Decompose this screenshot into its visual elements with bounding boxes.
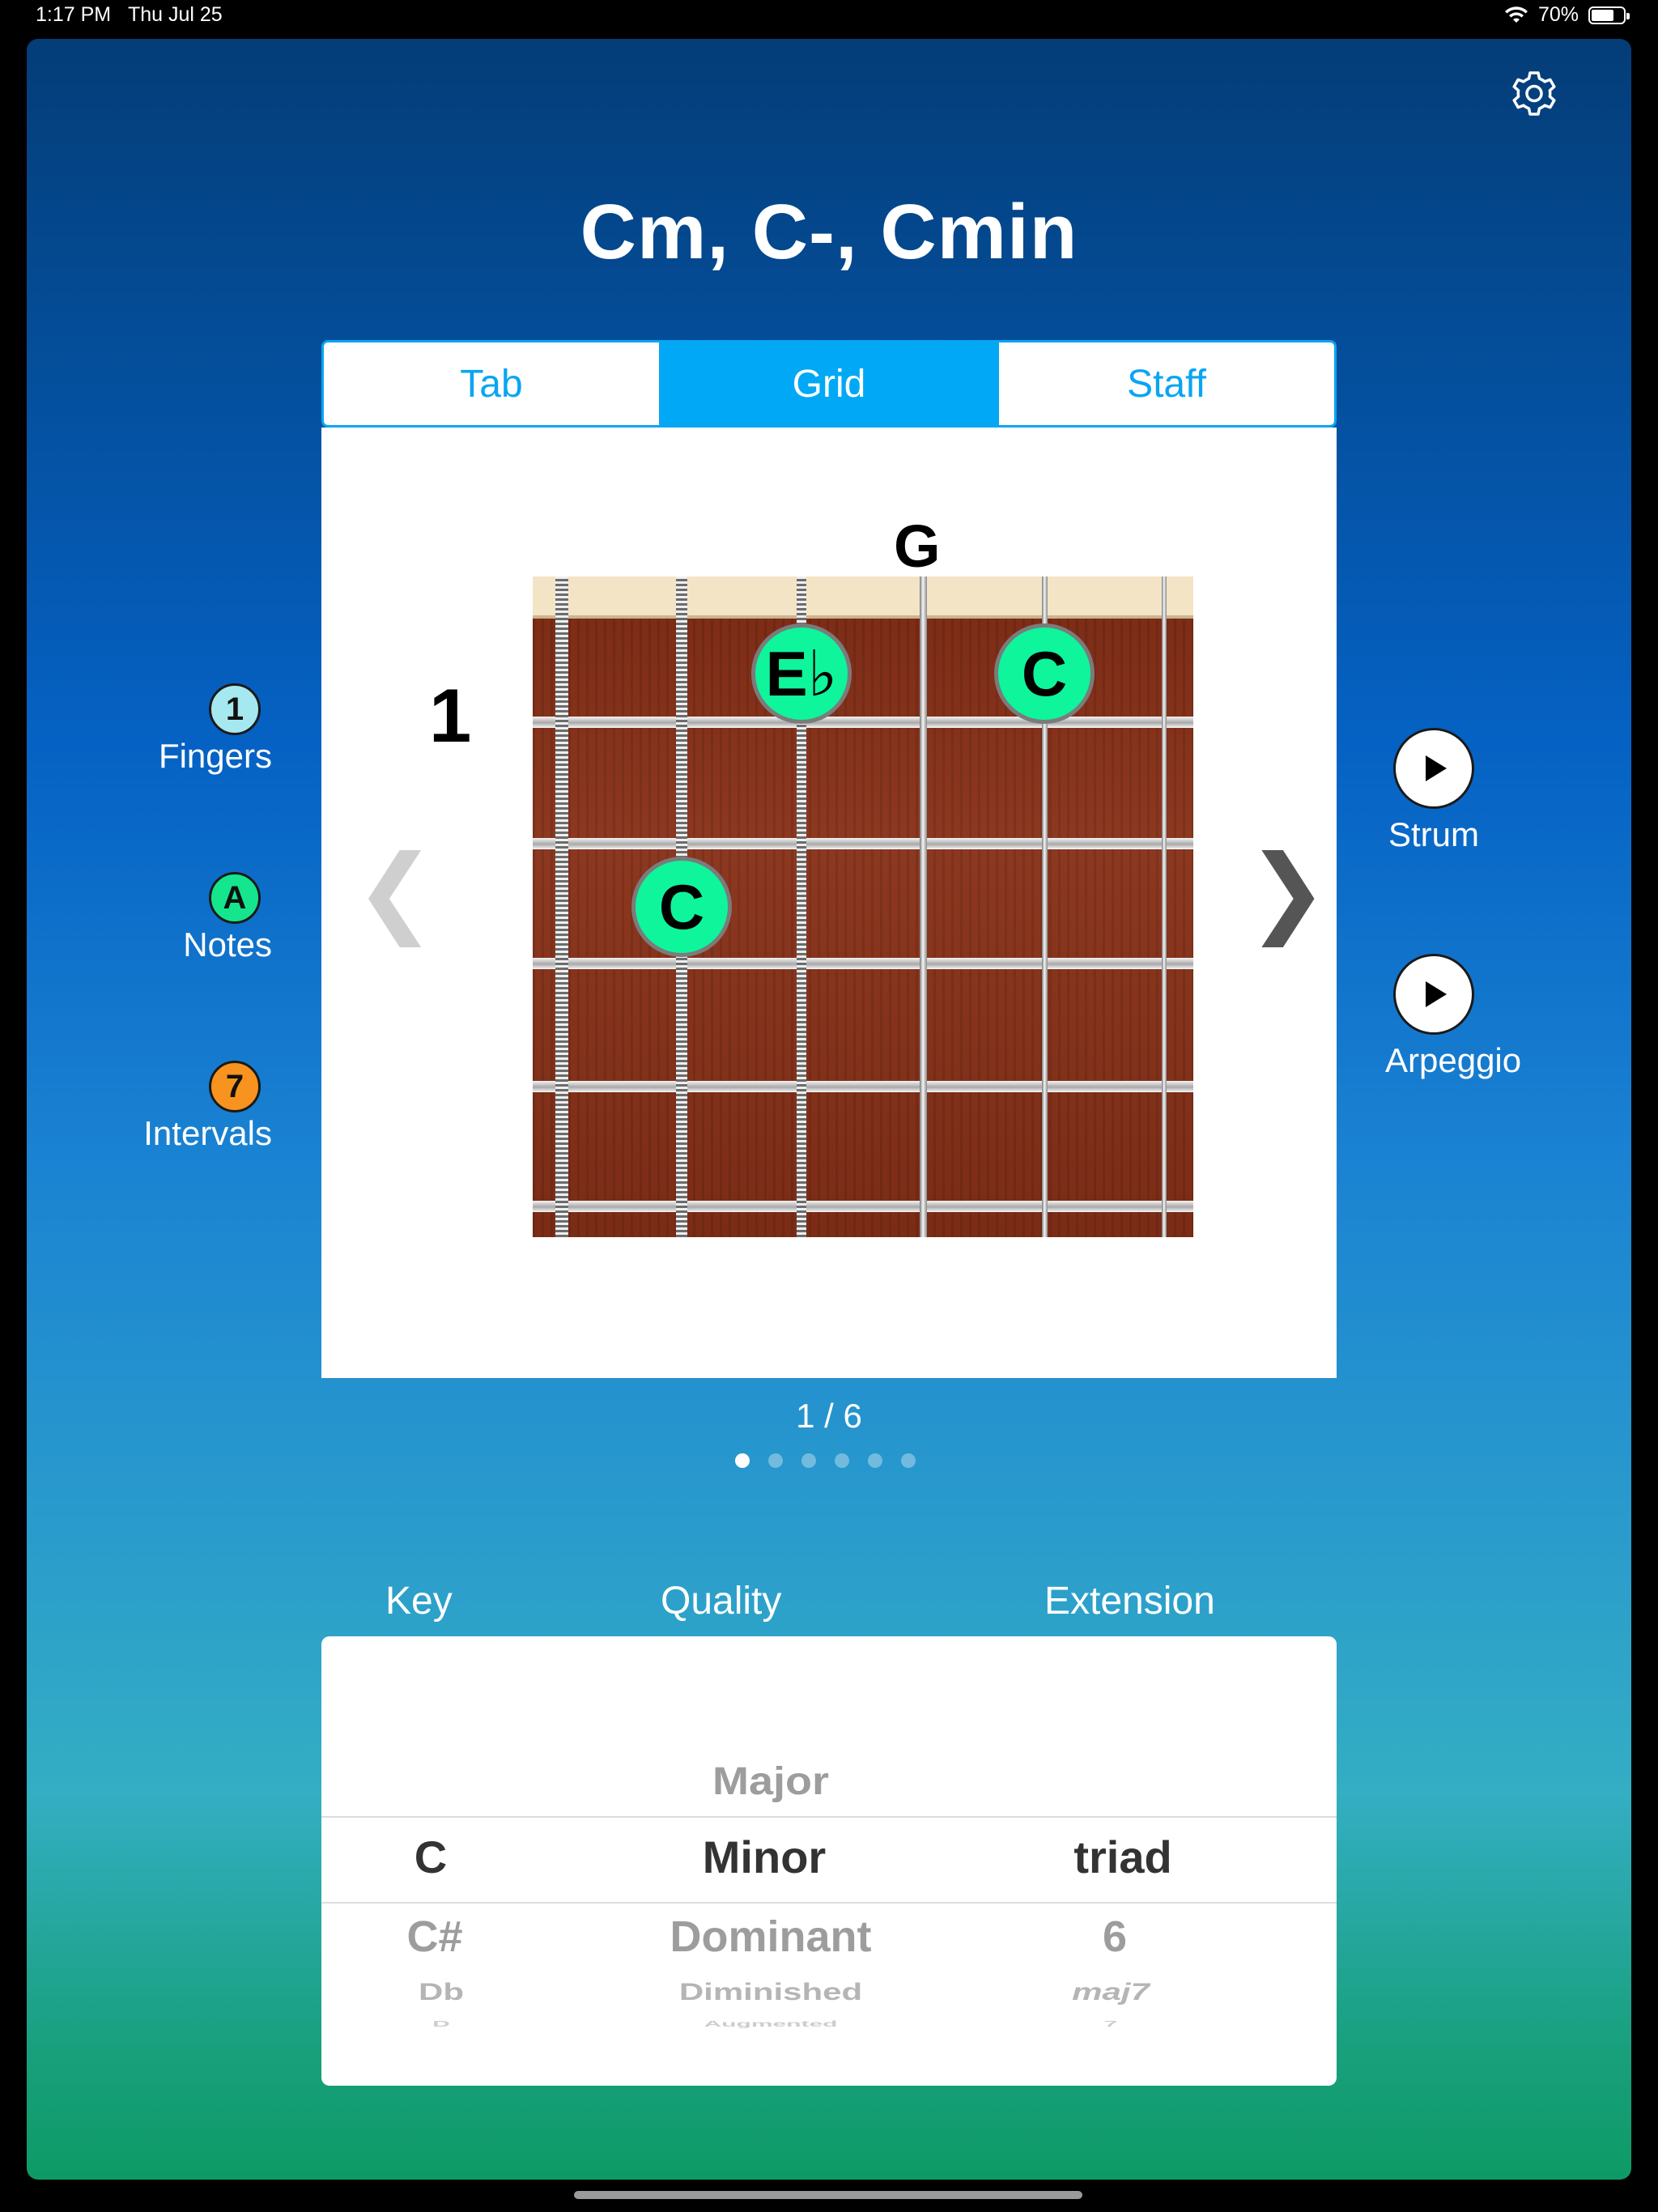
voicing-page-counter: 1 / 6 <box>796 1397 862 1435</box>
guitar-string <box>555 576 568 1237</box>
fret-wire <box>533 1201 1193 1212</box>
key-selected[interactable]: C <box>321 1831 540 1883</box>
intervals-label: Intervals <box>143 1114 272 1152</box>
note-marker[interactable]: C <box>994 623 1095 724</box>
status-clock: 1:17 PM <box>36 3 112 26</box>
extension-column-header: Extension <box>1044 1580 1215 1623</box>
page-dot[interactable] <box>801 1453 816 1468</box>
tab-staff[interactable]: Staff <box>999 342 1334 425</box>
quality-option[interactable]: Diminished <box>621 1978 920 2006</box>
notes-option[interactable]: A Notes <box>151 872 272 964</box>
arpeggio-button[interactable]: Arpeggio <box>1385 954 1531 1080</box>
key-column-header: Key <box>385 1580 453 1623</box>
guitar-string <box>1162 576 1167 1237</box>
quality-option[interactable]: Augmented <box>621 2019 920 2029</box>
notes-badge: A <box>209 872 261 924</box>
status-bar: 1:17 PM Thu Jul 25 70% <box>0 0 1658 37</box>
tab-grid[interactable]: Grid <box>659 342 999 425</box>
key-option[interactable]: D <box>321 2019 561 2029</box>
intervals-badge: 7 <box>209 1061 261 1112</box>
fretboard-nut <box>533 576 1193 619</box>
extension-option[interactable]: 6 <box>993 1912 1236 1962</box>
page-dot[interactable] <box>835 1453 849 1468</box>
home-indicator <box>574 2191 1082 2199</box>
fretboard[interactable]: E♭ C C <box>533 576 1193 1237</box>
quality-selected[interactable]: Minor <box>637 1831 891 1883</box>
key-option[interactable]: C# <box>321 1912 548 1962</box>
wifi-icon <box>1504 6 1528 23</box>
fret-wire <box>533 838 1193 849</box>
fingers-option[interactable]: 1 Fingers <box>151 683 272 776</box>
fingers-badge: 1 <box>209 683 261 735</box>
tab-tab[interactable]: Tab <box>324 342 659 425</box>
key-option[interactable]: Db <box>321 1978 561 2006</box>
gear-icon[interactable] <box>1506 65 1562 121</box>
strum-button[interactable]: Strum <box>1385 728 1482 854</box>
start-fret-number: 1 <box>429 673 472 758</box>
strum-play-icon <box>1393 728 1474 809</box>
page-dot[interactable] <box>868 1453 882 1468</box>
fret-wire <box>533 958 1193 969</box>
page-dots[interactable] <box>735 1453 916 1468</box>
extension-option[interactable]: 7 <box>993 2019 1228 2029</box>
status-time: 1:17 PM Thu Jul 25 <box>36 3 223 27</box>
notes-label: Notes <box>183 925 272 963</box>
quality-option[interactable]: Major <box>637 1759 904 1804</box>
battery-percent: 70% <box>1537 3 1579 26</box>
fret-wire <box>533 1081 1193 1092</box>
arpeggio-play-icon <box>1393 954 1474 1035</box>
page-dot[interactable] <box>735 1453 750 1468</box>
page-dot[interactable] <box>901 1453 916 1468</box>
quality-column-header: Quality <box>661 1580 782 1623</box>
strum-label: Strum <box>1388 815 1479 853</box>
chord-title: Cm, C-, Cmin <box>580 189 1078 275</box>
page-dot[interactable] <box>768 1453 783 1468</box>
fingers-label: Fingers <box>158 737 272 775</box>
extension-option[interactable]: maj7 <box>993 1978 1228 2006</box>
note-marker[interactable]: C <box>631 857 732 957</box>
status-date: Thu Jul 25 <box>127 3 223 26</box>
status-right: 70% <box>1504 3 1630 27</box>
note-marker[interactable]: E♭ <box>751 623 852 724</box>
extension-selected[interactable]: triad <box>993 1831 1252 1883</box>
arpeggio-label: Arpeggio <box>1385 1041 1522 1079</box>
previous-voicing-button[interactable]: ❮ <box>355 842 436 939</box>
battery-icon <box>1588 6 1630 24</box>
quality-option[interactable]: Dominant <box>637 1912 904 1962</box>
string-tuning-label: G <box>894 513 941 580</box>
intervals-option[interactable]: 7 Intervals <box>126 1061 272 1153</box>
view-tabs: Tab Grid Staff <box>321 340 1337 428</box>
chord-picker[interactable]: C C# Db D Major Minor Dominant Diminishe… <box>321 1636 1337 2086</box>
fret-wire <box>533 717 1193 728</box>
guitar-string <box>919 576 927 1237</box>
next-voicing-button[interactable]: ❯ <box>1247 842 1329 939</box>
